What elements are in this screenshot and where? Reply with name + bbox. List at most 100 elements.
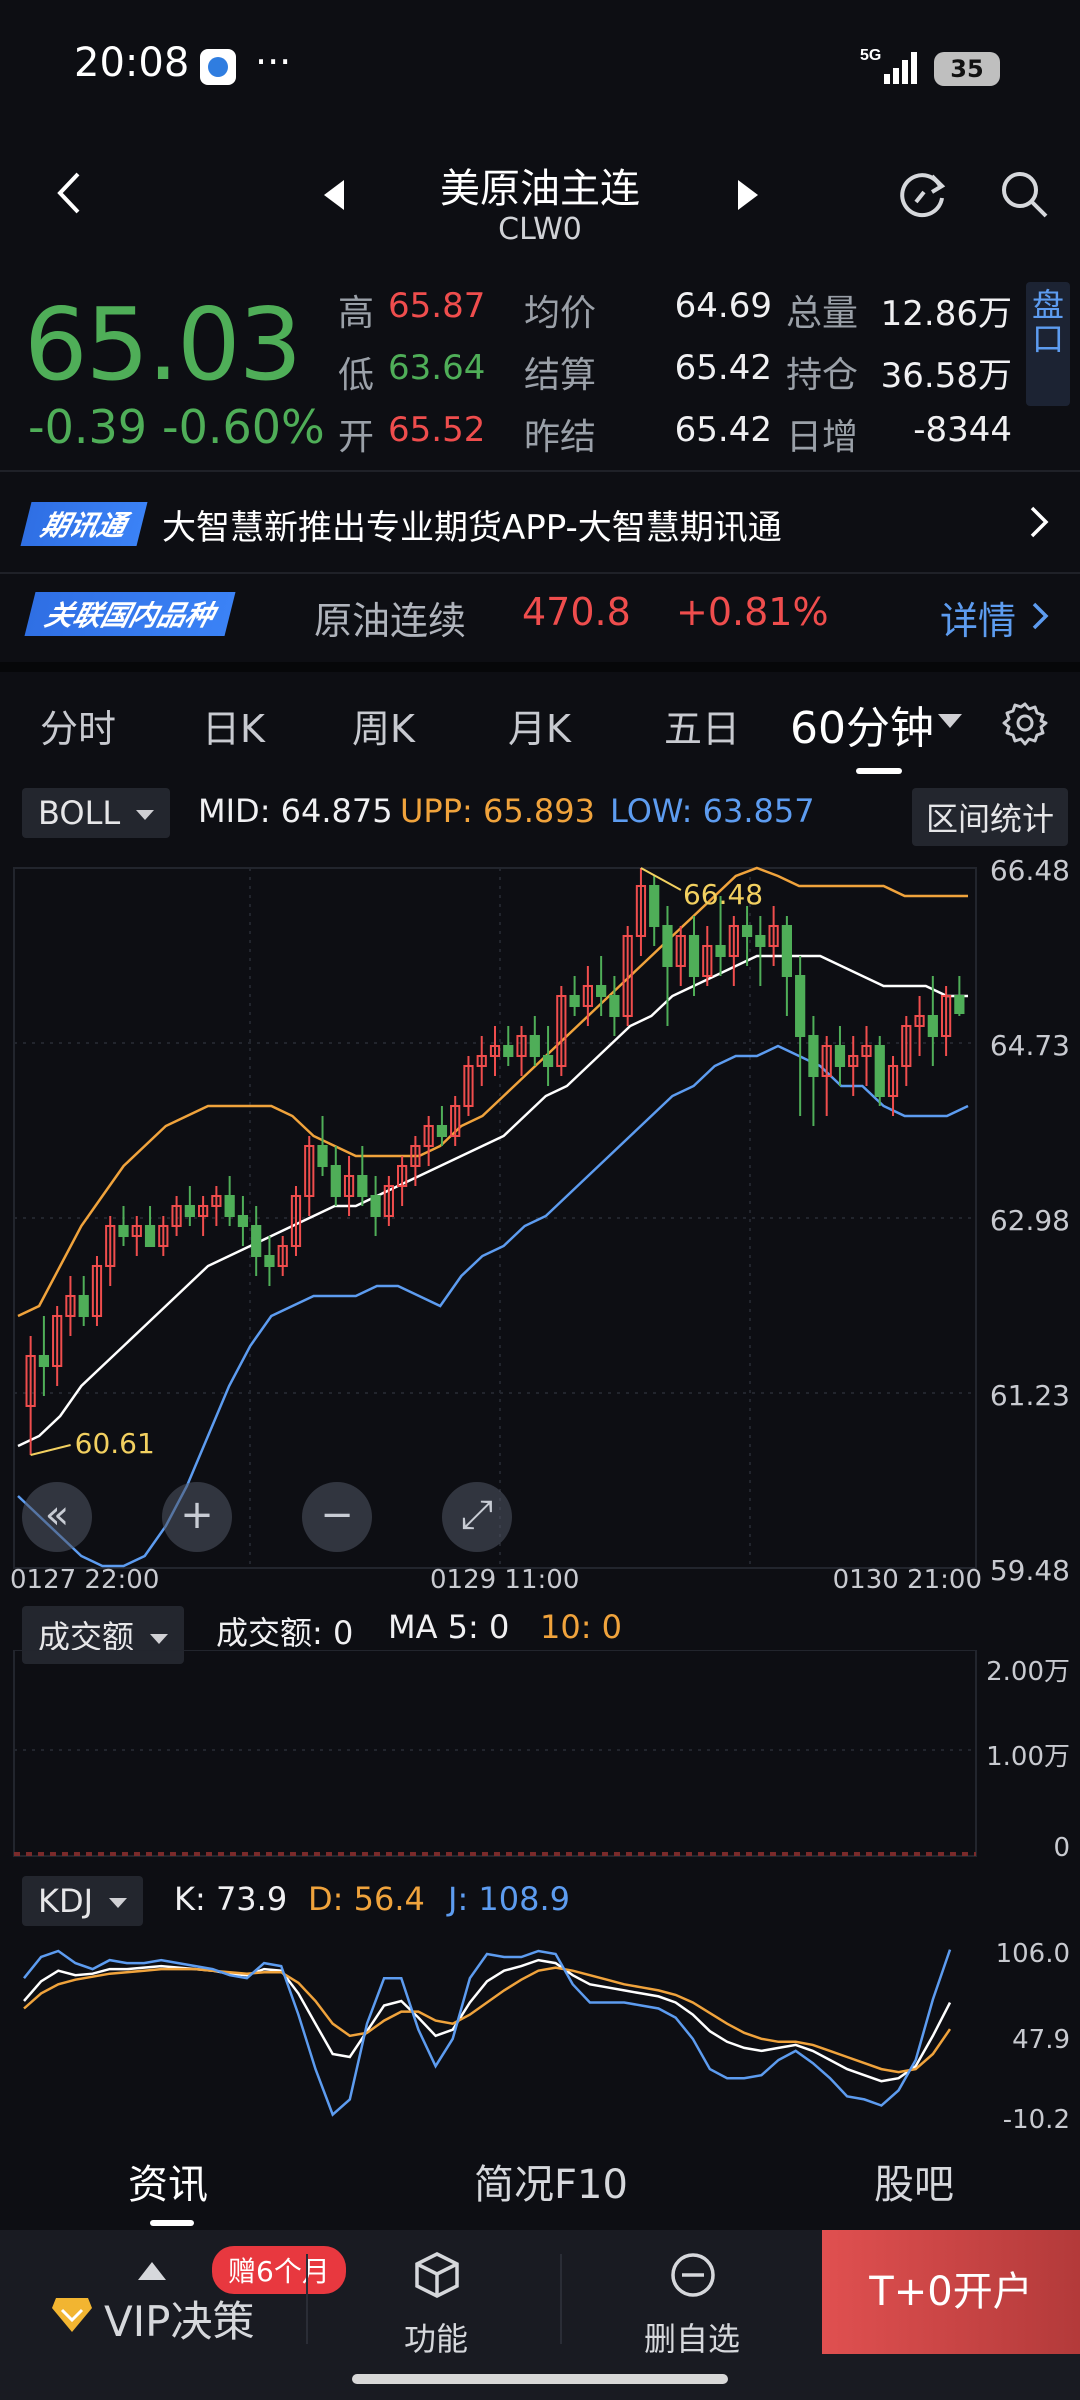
caret-down-icon: [150, 1634, 169, 1644]
candle-body: [436, 1125, 448, 1137]
promo-tag: 期讯通: [20, 502, 148, 546]
candle-body: [795, 975, 806, 1037]
candle-body: [144, 1225, 156, 1247]
y-tick-label: 66.48: [990, 854, 1070, 887]
boll-mid: MID: 64.875: [198, 792, 393, 830]
order-book-button[interactable]: 盘口: [1026, 282, 1070, 406]
status-bar: 20:08 ··· 5G 35: [0, 0, 1080, 140]
tab-news[interactable]: 资讯: [128, 2152, 208, 2210]
chevron-right-icon: [1030, 506, 1049, 538]
turnover-value: 成交额: 0: [216, 1614, 354, 1652]
kline-chart[interactable]: 66.48 60.61 66.48 64.73 62.98 61.23 59.48 0127 …: [0, 840, 1080, 1600]
gift-badge: 赠6个月: [212, 2246, 346, 2294]
status-time: 20:08: [74, 40, 190, 86]
candle-body: [781, 925, 793, 977]
details-link[interactable]: 详情: [940, 590, 1016, 645]
min-annotation: 60.61: [75, 1427, 155, 1460]
open-interest-value: 36.58万: [880, 356, 1012, 396]
caret-down-icon: [109, 1898, 128, 1908]
prev-settle-value: 65.42: [674, 410, 772, 450]
max-annotation: 66.48: [683, 878, 763, 911]
contract-title: 美原油主连: [440, 166, 640, 212]
y-tick-label: -10.2: [1003, 2105, 1070, 2134]
tab-active-indicator: [856, 768, 902, 774]
candle-body: [317, 1145, 328, 1167]
boll-mid-line: [17, 954, 968, 1448]
tab-monthly-k[interactable]: 月K: [508, 698, 571, 753]
x-tick-label: 0130 21:00: [833, 1565, 982, 1595]
expand-icon[interactable]: ⤢: [442, 1482, 512, 1552]
candle-body: [184, 1205, 195, 1217]
candle-body: [808, 1035, 819, 1077]
scroll-left-icon[interactable]: «: [22, 1482, 92, 1552]
kdj-j: J: 108.9: [448, 1880, 570, 1918]
price-change: -0.39: [28, 400, 148, 454]
app-notification-icon: [200, 49, 236, 85]
candle-body: [954, 995, 965, 1014]
indicator-select-boll[interactable]: BOLL: [22, 788, 171, 838]
tab-60min[interactable]: 60分钟: [790, 692, 934, 756]
boll-upp-line: [17, 866, 968, 1318]
back-arrow-icon[interactable]: [50, 168, 90, 218]
boll-upp: UPP: 65.893: [400, 792, 595, 830]
indicator-name: KDJ: [38, 1882, 94, 1920]
candle-body: [251, 1225, 262, 1257]
candle-body: [38, 1355, 50, 1367]
high-value: 65.87: [388, 286, 486, 326]
tab-daily-k[interactable]: 日K: [202, 698, 265, 753]
last-price: 65.03: [24, 286, 302, 403]
open-interest-label: 持仓: [786, 355, 859, 396]
indicator-name: BOLL: [38, 794, 121, 832]
kdj-j-line: [23, 1949, 952, 2117]
tab-five-day[interactable]: 五日: [664, 698, 740, 753]
candle-body: [662, 925, 673, 967]
price-change-pct: -0.60%: [162, 400, 325, 454]
vip-diamond-icon: [52, 2298, 92, 2332]
volume-chart[interactable]: 2.00万 1.00万 0: [0, 1650, 1080, 1870]
zoom-out-icon[interactable]: −: [302, 1482, 372, 1552]
zoom-in-icon[interactable]: +: [162, 1482, 232, 1552]
range-stats-button[interactable]: 区间统计: [912, 788, 1069, 846]
y-tick-label: 2.00万: [986, 1657, 1070, 1687]
y-tick-label: 62.98: [990, 1204, 1070, 1237]
remove-favorite-button[interactable]: 删自选: [644, 2314, 740, 2360]
max-pointer: [640, 867, 682, 891]
chevron-down-icon[interactable]: [938, 714, 962, 728]
tab-weekly-k[interactable]: 周K: [352, 698, 415, 753]
kdj-chart[interactable]: 106.0 47.9 -10.2: [0, 1918, 1080, 2134]
turnover-ma10: 10: 0: [540, 1608, 623, 1646]
avg-value: 64.69: [674, 286, 772, 326]
open-account-button[interactable]: T+0开户: [822, 2230, 1080, 2354]
settle-label: 结算: [524, 355, 597, 396]
search-icon[interactable]: [998, 168, 1050, 220]
candle-body: [264, 1255, 275, 1267]
vip-decision-button[interactable]: VIP决策: [104, 2288, 254, 2349]
daily-increase-value: -8344: [913, 410, 1012, 450]
low-label: 低: [338, 355, 375, 396]
tab-intraday[interactable]: 分时: [40, 698, 116, 753]
battery-icon: 35: [934, 52, 1000, 86]
avg-label: 均价: [524, 293, 597, 334]
more-notifications-icon: ···: [255, 40, 292, 84]
x-tick-label: 0127 22:00: [10, 1565, 159, 1595]
low-value: 63.64: [388, 348, 486, 388]
function-button[interactable]: 功能: [404, 2314, 468, 2360]
y-tick-label: 47.9: [1012, 2025, 1070, 2055]
candle-body: [78, 1295, 89, 1317]
next-contract-icon[interactable]: [736, 178, 760, 212]
kdj-d: D: 56.4: [308, 1880, 425, 1918]
candle-body: [542, 1055, 554, 1067]
remove-circle-icon[interactable]: [668, 2250, 718, 2300]
y-tick-label: 59.48: [990, 1554, 1070, 1587]
network-type: 5G: [860, 47, 881, 64]
gear-icon[interactable]: [1002, 700, 1048, 746]
tab-f10-overview[interactable]: 简况F10: [474, 2152, 628, 2210]
tab-forum[interactable]: 股吧: [874, 2152, 954, 2210]
candle-body: [609, 995, 620, 1017]
cube-icon[interactable]: [412, 2250, 462, 2300]
related-contract-pct: +0.81%: [676, 590, 829, 634]
plot-frame: [13, 1650, 977, 1857]
refresh-icon[interactable]: [894, 166, 950, 222]
caret-up-icon[interactable]: [138, 2262, 166, 2280]
divider: [306, 2254, 308, 2344]
